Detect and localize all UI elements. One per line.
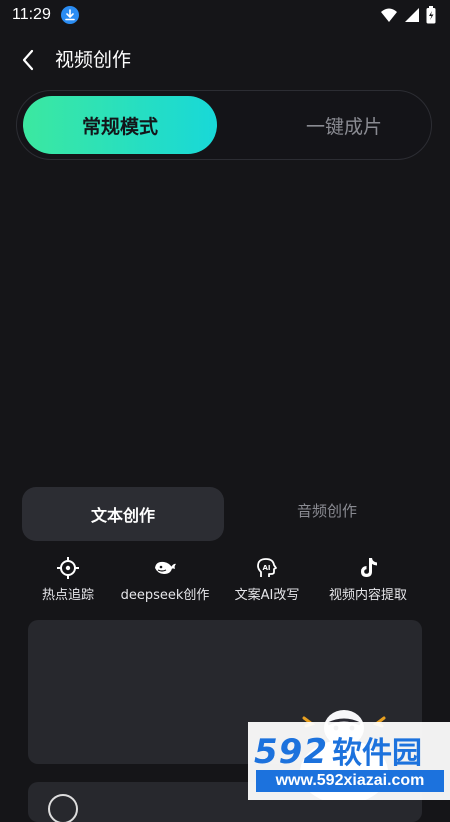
tool-label: 文案AI改写	[234, 588, 300, 603]
tool-label: 热点追踪	[41, 588, 94, 603]
tab-one-click[interactable]: 一键成片	[247, 96, 441, 154]
watermark-number: 592	[254, 732, 328, 772]
tool-hot-tracking[interactable]: 热点追踪	[37, 556, 99, 608]
tool-deepseek[interactable]: deepseek创作	[119, 556, 211, 608]
tool-row: 热点追踪 deepseek创作 AI 文案AI改写 视频内容提取	[0, 556, 450, 608]
back-button[interactable]	[14, 46, 42, 74]
watermark: 592 软件园 www.592xiazai.com	[248, 722, 450, 800]
wifi-icon	[381, 8, 397, 22]
tab-normal-mode[interactable]: 常规模式	[23, 96, 217, 154]
svg-text:AI: AI	[263, 564, 271, 572]
battery-icon	[426, 6, 436, 24]
crosshair-icon	[57, 557, 79, 579]
watermark-brand: 592 软件园	[254, 728, 422, 772]
tool-label: 视频内容提取	[328, 588, 407, 603]
tab-text-creation[interactable]: 文本创作	[22, 487, 224, 541]
status-icons	[380, 6, 436, 24]
signal-icon	[405, 8, 419, 22]
avatar	[48, 794, 78, 822]
chevron-left-icon	[22, 49, 34, 71]
watermark-url: www.592xiazai.com	[256, 770, 444, 792]
tiktok-icon	[361, 558, 377, 577]
tab-audio-creation[interactable]: 音频创作	[252, 487, 402, 533]
sub-tabs: 文本创作 音频创作	[22, 487, 428, 541]
tool-label: deepseek创作	[120, 588, 210, 603]
watermark-brand-text: 软件园	[331, 736, 422, 771]
whale-icon	[155, 561, 176, 574]
tool-video-extract[interactable]: 视频内容提取	[324, 556, 412, 608]
ai-head-icon: AI	[257, 558, 277, 577]
mode-switch: 常规模式 一键成片	[16, 90, 432, 160]
status-bar: 11:29	[0, 0, 450, 32]
header: 视频创作	[0, 40, 450, 80]
tool-ai-rewrite[interactable]: AI 文案AI改写	[230, 556, 304, 608]
download-icon	[61, 6, 79, 24]
status-time: 11:29	[12, 6, 51, 23]
page-title: 视频创作	[55, 49, 132, 71]
